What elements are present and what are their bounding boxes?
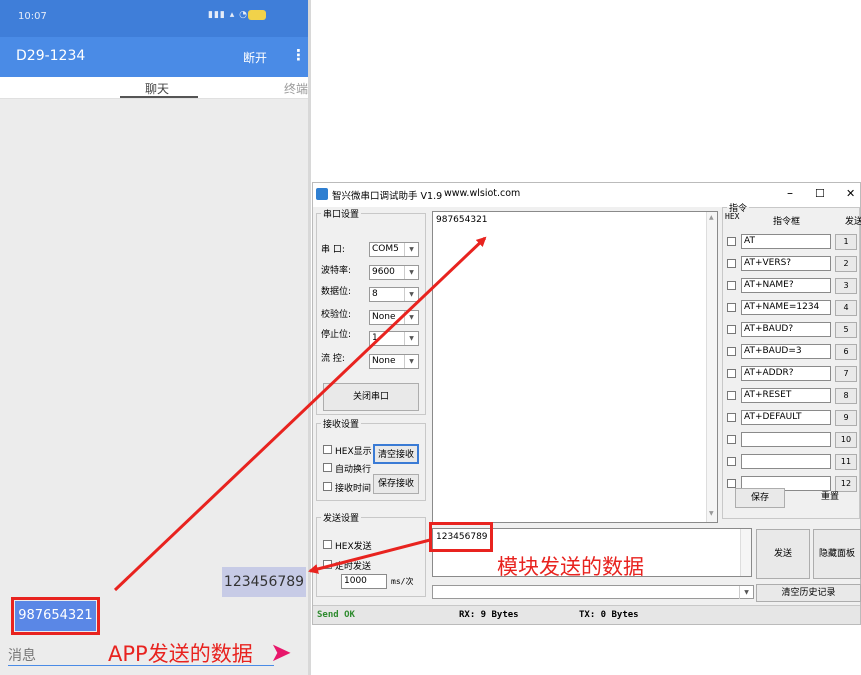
- annotation-arrows: [113, 236, 487, 592]
- arrow-module-to-app: [308, 538, 431, 574]
- arrow-app-to-module: [113, 236, 487, 592]
